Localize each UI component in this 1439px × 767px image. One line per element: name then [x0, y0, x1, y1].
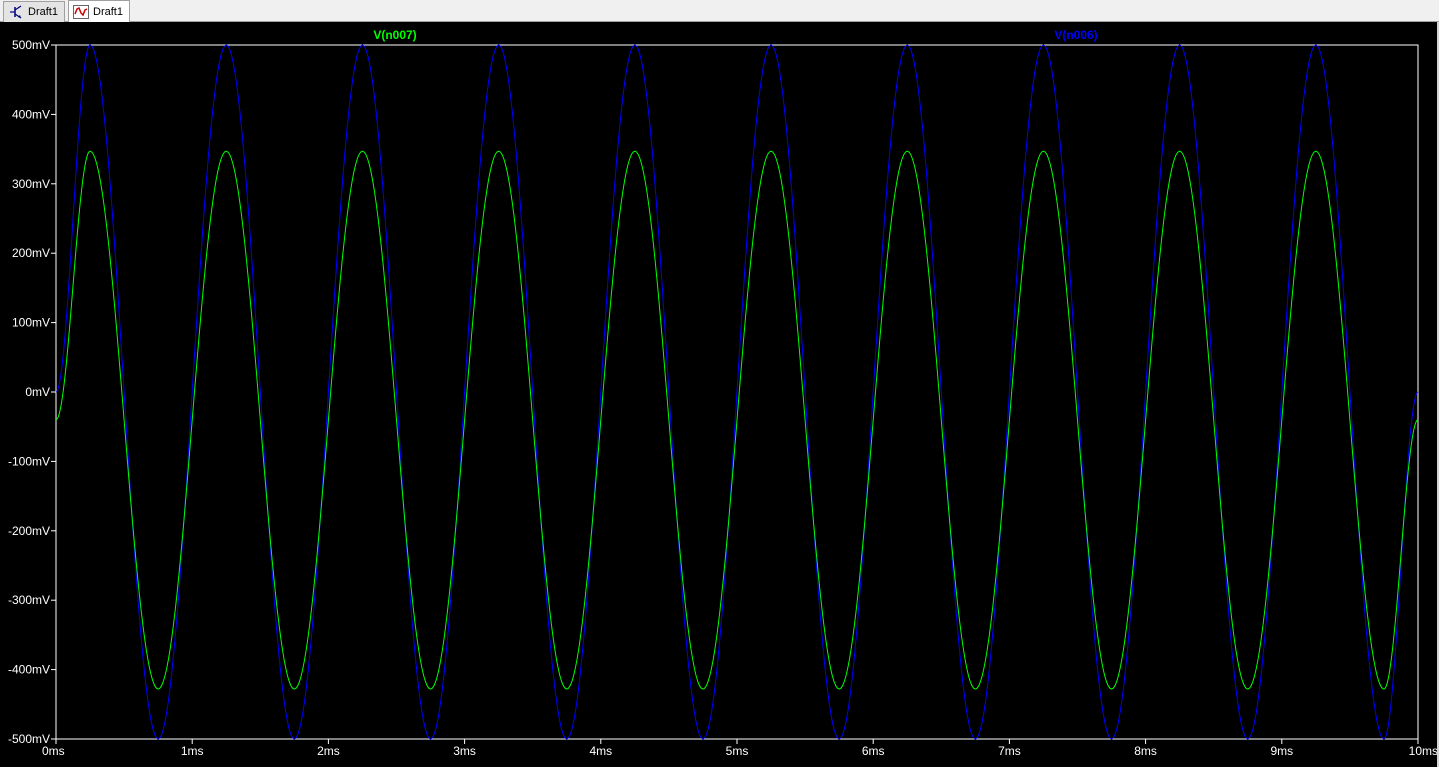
- x-tick-label: 5ms: [726, 744, 749, 758]
- x-tick-label: 6ms: [862, 744, 885, 758]
- legend-label[interactable]: V(n006): [1054, 28, 1097, 42]
- series-line-vn007: [55, 150, 1419, 690]
- schematic-icon: [8, 4, 24, 20]
- tab-label: Draft1: [28, 6, 58, 18]
- waveform-plot[interactable]: 500mV 400mV 300mV 200mV 100mV 0mV -100mV -200mV…: [0, 22, 1439, 767]
- tab-waveform[interactable]: Draft1: [68, 0, 130, 22]
- plot-canvas[interactable]: 500mV 400mV 300mV 200mV 100mV 0mV -100mV -200mV…: [0, 22, 1439, 767]
- tab-schematic[interactable]: Draft1: [3, 1, 65, 22]
- x-tick-label: 2ms: [317, 744, 340, 758]
- x-tick-label: 4ms: [589, 744, 612, 758]
- waveform-icon: [73, 4, 89, 20]
- x-tick-label: 9ms: [1270, 744, 1293, 758]
- y-tick-label: 500mV: [12, 38, 50, 52]
- legend-label[interactable]: V(n007): [373, 28, 416, 42]
- y-tick-label: -400mV: [8, 663, 50, 677]
- x-tick-label: 0ms: [42, 744, 65, 758]
- tab-label: Draft1: [93, 5, 123, 18]
- y-tick-label: -200mV: [8, 524, 50, 538]
- x-tick-label: 1ms: [181, 744, 204, 758]
- tab-bar: Draft1 Draft1: [0, 0, 1439, 22]
- y-tick-label: -100mV: [8, 454, 50, 468]
- series-line-vn006: [55, 44, 1419, 740]
- y-tick-label: 400mV: [12, 107, 50, 121]
- y-tick-label: -300mV: [8, 593, 50, 607]
- x-tick-label: 7ms: [998, 744, 1021, 758]
- x-tick-label: 10ms: [1409, 744, 1438, 758]
- x-tick-label: 8ms: [1134, 744, 1157, 758]
- y-tick-label: 200mV: [12, 246, 50, 260]
- y-tick-label: 300mV: [12, 177, 50, 191]
- y-tick-label: 100mV: [12, 316, 50, 330]
- y-tick-label: 0mV: [25, 385, 50, 399]
- x-tick-label: 3ms: [453, 744, 476, 758]
